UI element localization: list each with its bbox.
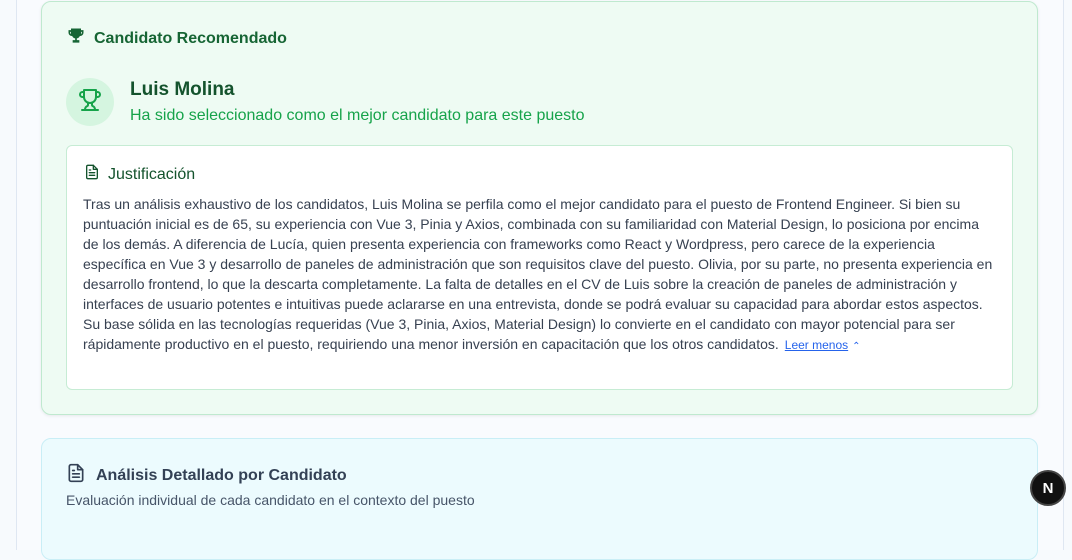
justification-title: Justificación — [108, 165, 196, 183]
nextjs-logo: N — [1042, 479, 1054, 497]
document-icon — [66, 463, 86, 488]
nextjs-dev-button[interactable]: N — [1030, 470, 1066, 506]
candidate-row: Luis Molina Ha sido seleccionado como el… — [66, 78, 585, 126]
chevron-up-icon: ⌃ — [852, 341, 861, 352]
analysis-title: Análisis Detallado por Candidato — [96, 466, 347, 484]
justification-header: Justificación — [84, 164, 195, 185]
recommended-candidate-card: Candidato Recomendado Luis Molina Ha sid… — [41, 1, 1038, 415]
justification-box: Justificación Tras un análisis exhaustiv… — [66, 145, 1013, 390]
recommended-header: Candidato Recomendado — [66, 26, 287, 51]
justification-text: Tras un análisis exhaustivo de los candi… — [83, 196, 993, 352]
detailed-analysis-card: Análisis Detallado por Candidato Evaluac… — [41, 438, 1038, 560]
candidate-subtitle: Ha sido seleccionado como el mejor candi… — [130, 107, 585, 124]
analysis-subtitle: Evaluación individual de cada candidato … — [66, 492, 475, 508]
avatar — [66, 78, 114, 126]
trophy-icon — [78, 88, 102, 117]
trophy-icon — [66, 26, 86, 51]
read-less-label: Leer menos — [784, 338, 849, 352]
document-icon — [84, 164, 100, 185]
candidate-name: Luis Molina — [130, 79, 235, 100]
analysis-header: Análisis Detallado por Candidato — [66, 463, 347, 488]
recommended-title: Candidato Recomendado — [94, 29, 287, 47]
justification-text-block: Tras un análisis exhaustivo de los candi… — [83, 194, 995, 357]
candidate-info: Luis Molina Ha sido seleccionado como el… — [130, 78, 585, 126]
read-less-link[interactable]: Leer menos ⌃ — [785, 338, 861, 352]
